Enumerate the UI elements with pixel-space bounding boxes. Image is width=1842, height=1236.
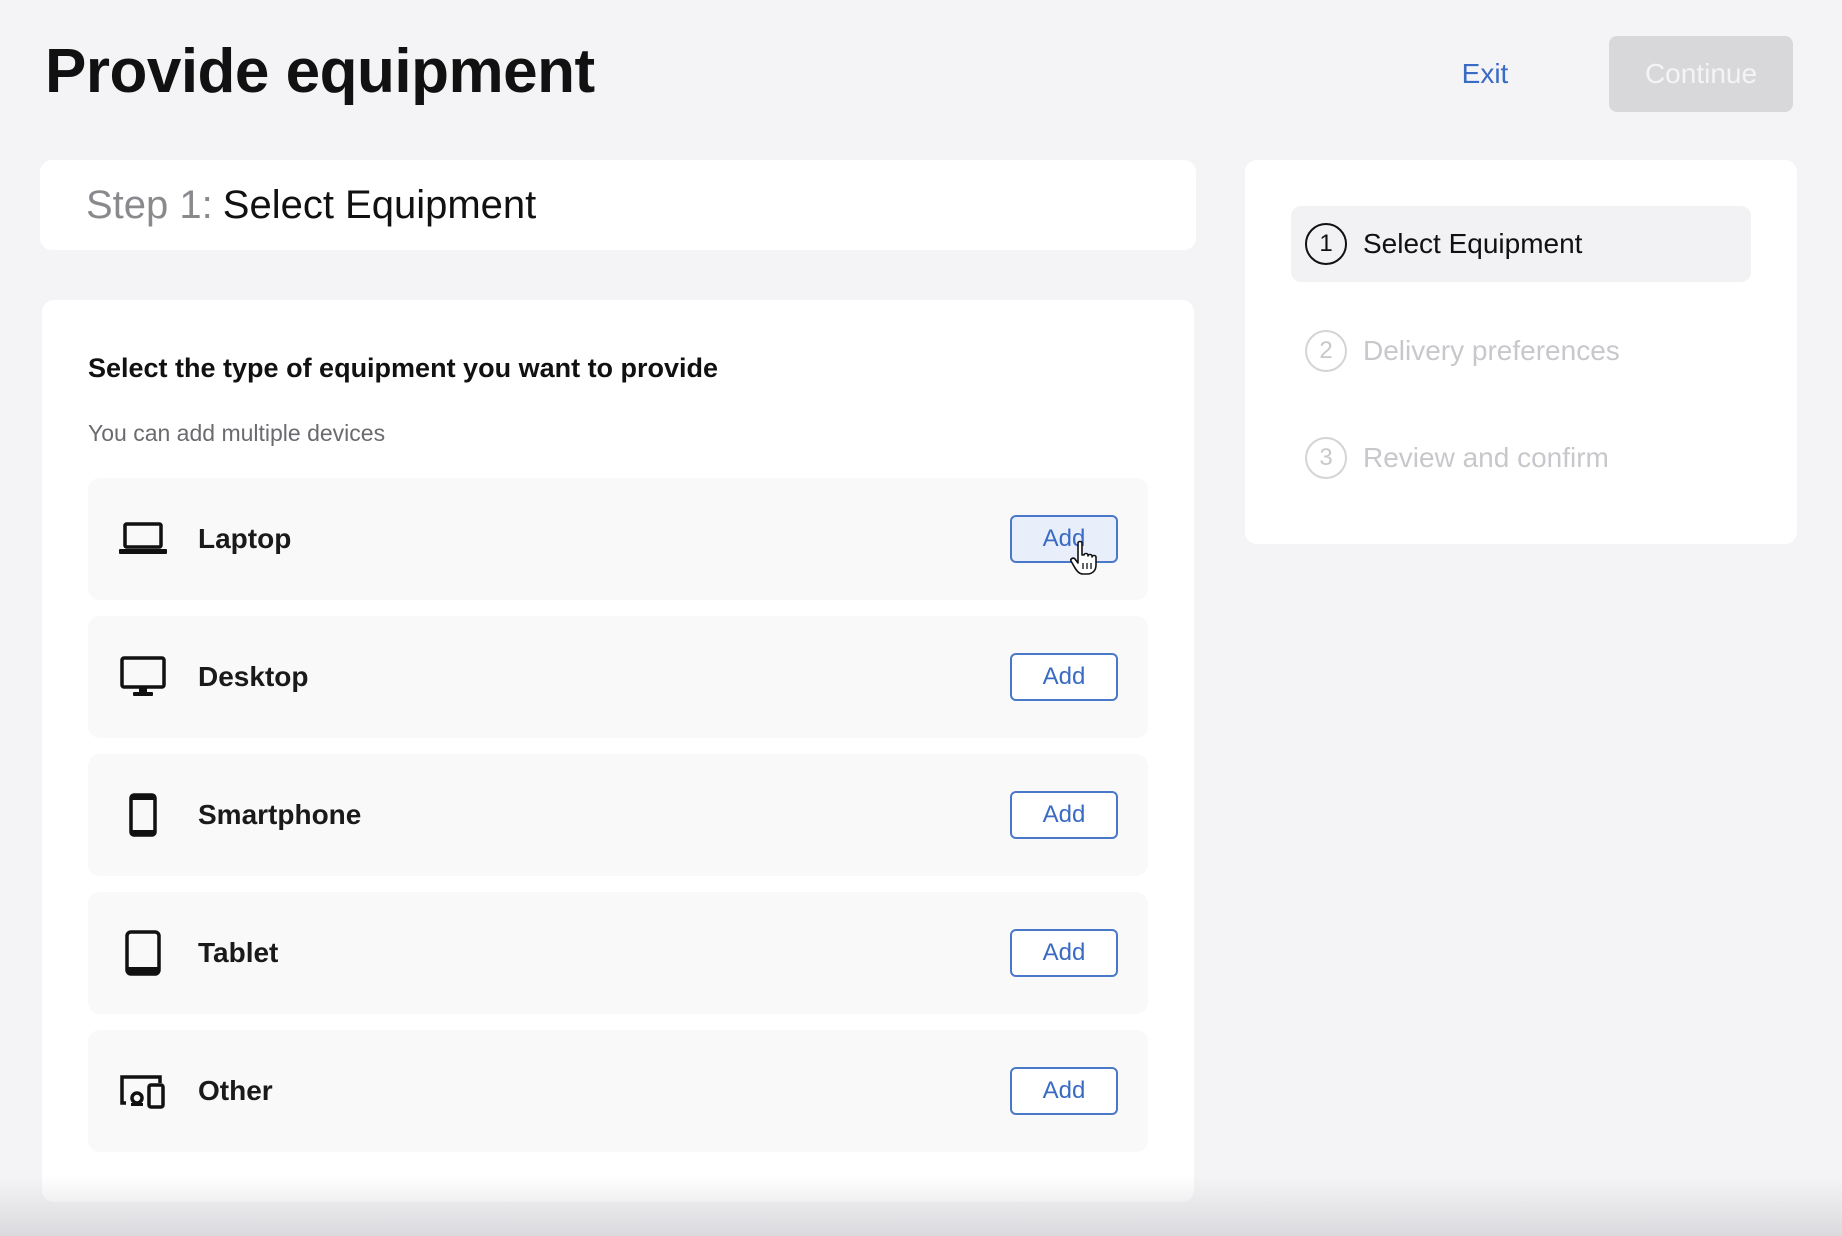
stepper-item-delivery-preferences: 2 Delivery preferences [1291,313,1751,389]
step-number-label: Step 1: [86,182,213,227]
device-row-laptop: Laptop Add [88,478,1148,600]
device-label: Tablet [198,937,279,968]
step-name-label: Select Equipment [222,182,537,227]
device-label: Desktop [198,661,309,692]
step-header: Step 1: Select Equipment [40,160,1196,250]
desktop-icon [118,652,168,702]
add-other-button[interactable]: Add [1010,1067,1118,1115]
continue-button[interactable]: Continue [1609,36,1793,112]
section-subtitle: You can add multiple devices [88,420,386,446]
step-label: Delivery preferences [1363,335,1620,366]
add-smartphone-button[interactable]: Add [1010,791,1118,839]
smartphone-icon [118,790,168,840]
device-row-other: Other Add [88,1030,1148,1152]
add-laptop-button[interactable]: Add [1010,515,1118,563]
exit-link[interactable]: Exit [1440,36,1530,112]
step-number-badge: 3 [1305,437,1347,479]
equipment-selection-card: Select the type of equipment you want to… [42,300,1194,1202]
device-row-smartphone: Smartphone Add [88,754,1148,876]
device-label: Laptop [198,523,292,554]
device-row-tablet: Tablet Add [88,892,1148,1014]
device-list: Laptop Add Desktop Add Smartphone Add Ta… [88,478,1148,1152]
hand-cursor-icon [1068,540,1100,576]
page-title: Provide equipment [45,37,595,106]
stepper-item-select-equipment[interactable]: 1 Select Equipment [1291,206,1751,282]
device-row-desktop: Desktop Add [88,616,1148,738]
step-label: Select Equipment [1363,228,1583,259]
add-tablet-button[interactable]: Add [1010,929,1118,977]
step-label: Review and confirm [1363,442,1609,473]
section-title: Select the type of equipment you want to… [88,353,719,383]
device-label: Other [198,1075,273,1106]
step-number-badge: 2 [1305,330,1347,372]
tablet-icon [118,928,168,978]
other-devices-icon [118,1066,168,1116]
progress-stepper: 1 Select Equipment 2 Delivery preference… [1245,160,1797,544]
add-desktop-button[interactable]: Add [1010,653,1118,701]
stepper-item-review-confirm: 3 Review and confirm [1291,420,1751,496]
laptop-icon [118,514,168,564]
device-label: Smartphone [198,799,362,830]
step-number-badge: 1 [1305,223,1347,265]
